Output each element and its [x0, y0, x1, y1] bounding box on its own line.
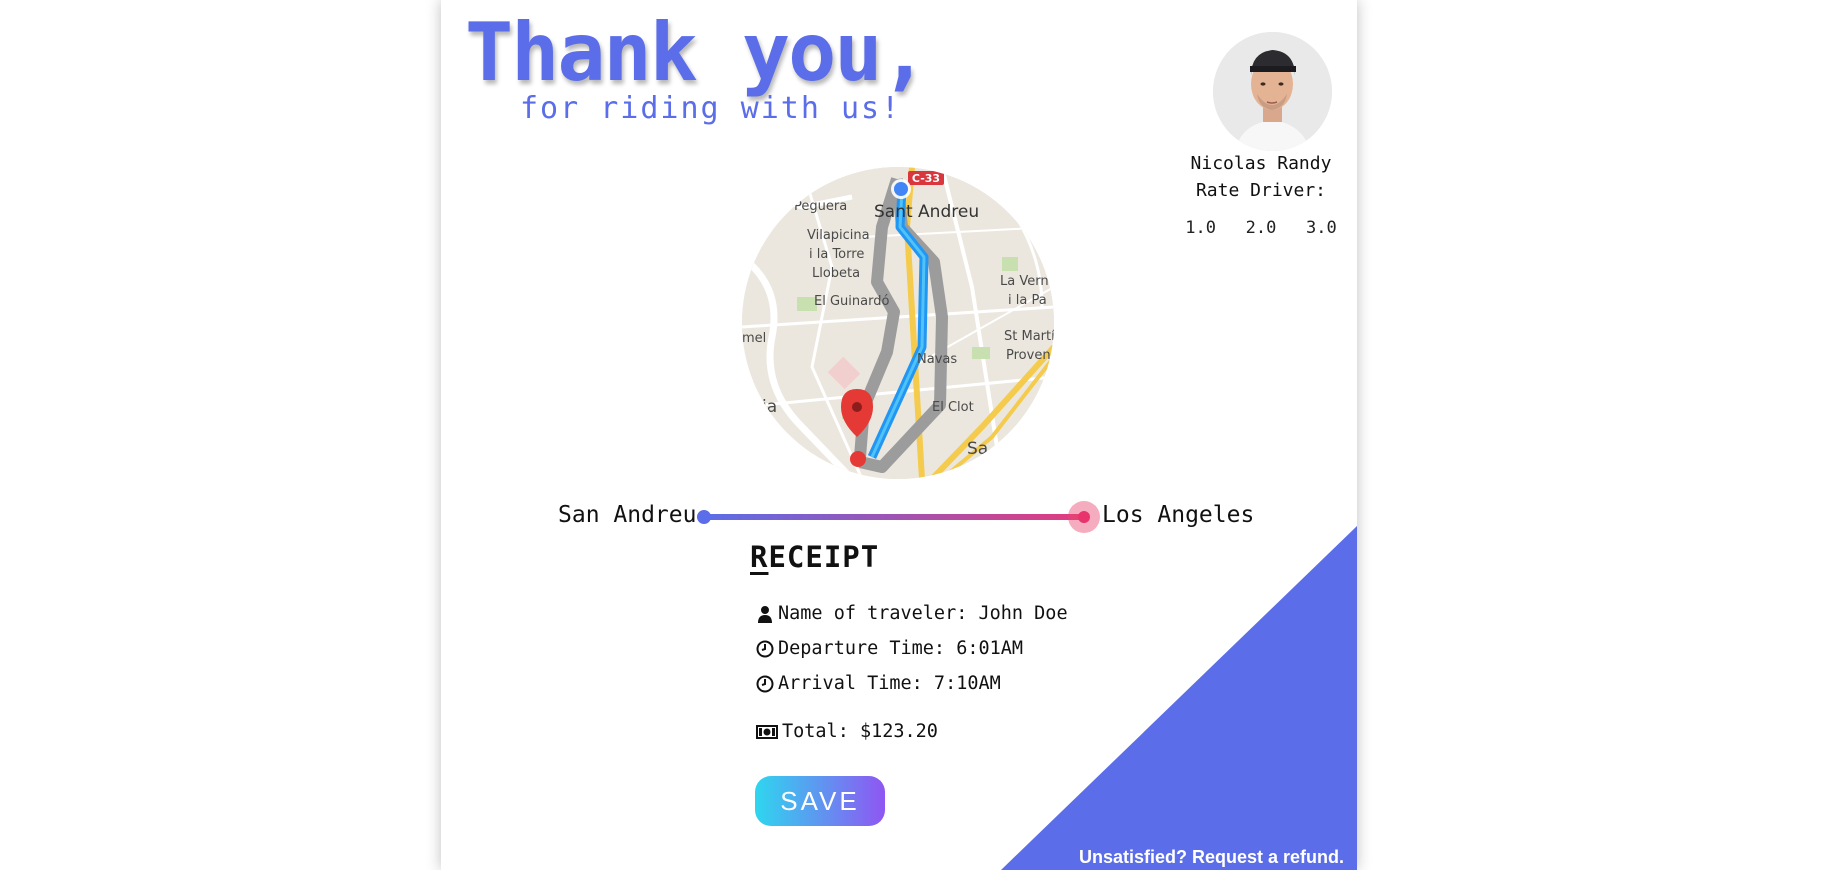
- map-label-st-marti-1: St Martí de: [1004, 329, 1054, 344]
- route-progress: San Andreu Los Angeles: [441, 500, 1357, 534]
- rate-driver-label: Rate Driver:: [1195, 180, 1327, 201]
- route-map[interactable]: C-33 Peguera Sant Andreu Vilapicina i la…: [742, 167, 1054, 479]
- route-from: San Andreu: [558, 502, 697, 528]
- driver-avatar: [1213, 32, 1332, 151]
- receipt-card: Thank you, for riding with us! Nicolas R…: [441, 0, 1357, 870]
- driver-photo: [1213, 32, 1332, 151]
- map-label-navas: Navas: [917, 352, 957, 367]
- page-title: Thank you,: [465, 6, 929, 99]
- save-button[interactable]: SAVE: [755, 776, 885, 826]
- rating-options: 1.0 2.0 3.0: [1146, 218, 1357, 238]
- map-label-el-guinardo: El Guinardó: [814, 294, 889, 309]
- clock-icon: [756, 640, 774, 657]
- page-subtitle: for riding with us!: [520, 91, 902, 126]
- route-start-dot: [697, 510, 711, 524]
- map-road-badge: C-33: [912, 172, 940, 185]
- receipt-title: RECEIPT: [750, 540, 1170, 574]
- total-amount: Total: $123.20: [782, 721, 938, 742]
- driver-name: Nicolas Randy: [1190, 153, 1332, 174]
- receipt-title-first-letter: R: [750, 540, 769, 574]
- arrival-line: Arrival Time: 7:10AM: [756, 673, 1001, 694]
- rating-option-2[interactable]: 2.0: [1246, 218, 1277, 238]
- map-graphic: C-33 Peguera Sant Andreu Vilapicina i la…: [742, 167, 1054, 479]
- total-line: Total: $123.20: [756, 721, 938, 742]
- user-icon: [758, 605, 772, 623]
- map-label-la-vern-1: La Vern: [1000, 274, 1049, 289]
- route-track: [704, 514, 1084, 520]
- route-to: Los Angeles: [1102, 502, 1255, 528]
- map-label-vilapicina-3: Llobeta: [812, 266, 860, 281]
- refund-link[interactable]: Unsatisfied? Request a refund.: [1079, 847, 1344, 868]
- map-label-peguera: Peguera: [794, 199, 847, 214]
- clock-icon: [756, 675, 774, 692]
- money-icon: [756, 724, 778, 739]
- map-label-sant-andreu: Sant Andreu: [874, 202, 979, 222]
- map-label-st-marti-2: Provençals: [1006, 348, 1054, 363]
- receipt-section: RECEIPT Name of traveler: John Doe Depar…: [750, 540, 1170, 742]
- arrival-time: Arrival Time: 7:10AM: [778, 673, 1001, 694]
- map-label-sa: Sa: [967, 439, 988, 459]
- map-label-vilapicina-1: Vilapicina: [807, 228, 870, 243]
- traveler-line: Name of traveler: John Doe: [756, 603, 1068, 624]
- departure-time: Departure Time: 6:01AM: [778, 638, 1024, 659]
- map-label-vilapicina-2: i la Torre: [809, 247, 864, 262]
- traveler-name: Name of traveler: John Doe: [778, 603, 1068, 624]
- rating-option-3[interactable]: 3.0: [1306, 218, 1337, 238]
- rating-option-1[interactable]: 1.0: [1185, 218, 1216, 238]
- map-label-mel: mel: [742, 331, 766, 346]
- receipt-title-rest: ECEIPT: [768, 540, 880, 574]
- map-label-ia: ia: [762, 397, 777, 417]
- route-end-handle[interactable]: [1068, 501, 1100, 533]
- map-label-el-clot: El Clot: [932, 400, 974, 415]
- map-label-la-vern-2: i la Pa: [1008, 293, 1047, 308]
- departure-line: Departure Time: 6:01AM: [756, 638, 1023, 659]
